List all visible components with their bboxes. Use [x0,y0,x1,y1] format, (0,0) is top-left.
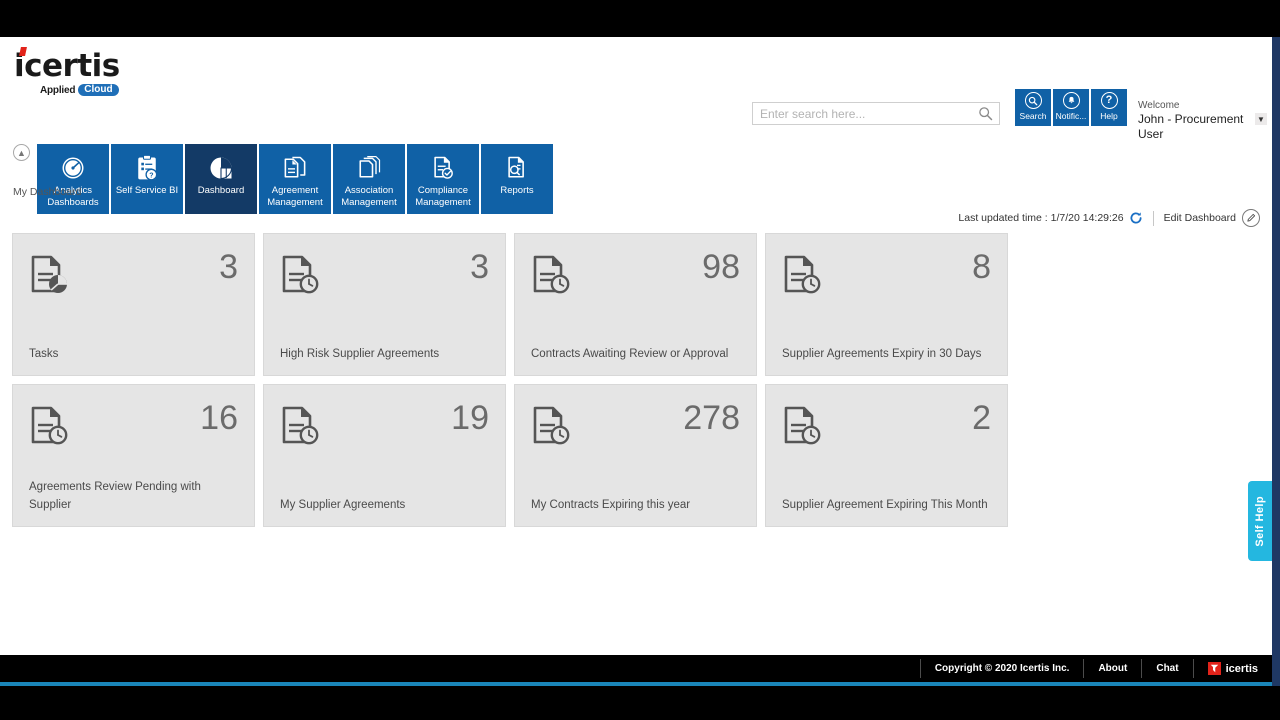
nav-tile-label: Dashboard [197,185,245,196]
document-clock-icon [280,405,324,451]
dashboard-card-tasks[interactable]: 3 Tasks [12,233,255,376]
pie-chart-icon [207,153,235,183]
card-count: 16 [200,399,238,437]
nav-tile-agreement-management[interactable]: Agreement Management [259,144,331,214]
brand-tagline: Applied Cloud [40,84,120,96]
card-title: Contracts Awaiting Review or Approval [531,348,729,360]
pencil-icon[interactable] [1242,209,1260,227]
footer-chat-link[interactable]: Chat [1142,655,1192,682]
dashboard-card-my-supplier-agreements[interactable]: 19 My Supplier Agreements [263,384,506,527]
footer-accent-rule [0,682,1272,686]
card-count: 278 [683,399,740,437]
footer-about-link[interactable]: About [1084,655,1141,682]
document-pie-icon [29,254,73,300]
dashboard-card-my-contracts-expiring-this-year[interactable]: 278 My Contracts Expiring this year [514,384,757,527]
dashboard-card-agreements-review-pending[interactable]: 16 Agreements Review Pending with Suppli… [12,384,255,527]
brand-tagline-applied: Applied [40,84,76,96]
collapse-nav-chevron-up-icon[interactable]: ▲ [13,144,30,161]
footer-copyright: Copyright © 2020 Icertis Inc. [934,663,1070,674]
nav-tile-self-service-bi[interactable]: ? Self Service BI [111,144,183,214]
dashboard-card-high-risk-supplier-agreements[interactable]: 3 High Risk Supplier Agreements [263,233,506,376]
nav-tile-dashboard[interactable]: Dashboard [185,144,257,214]
nav-tile-list: Analytics Dashboards ? Self Service BI D… [37,144,553,214]
nav-tile-association-management[interactable]: Association Management [333,144,405,214]
letterbox-bottom [0,686,1280,720]
document-clock-icon [782,254,826,300]
document-clock-icon [29,405,73,451]
report-search-icon [504,153,530,183]
main-navigation: ▲ Analytics Dashboards ? Self Service BI… [0,108,1272,214]
self-help-tab[interactable]: Self Help [1248,481,1272,561]
svg-text:?: ? [149,173,153,180]
icertis-mark-icon [1207,662,1221,675]
dashboard-card-contracts-awaiting-review[interactable]: 98 Contracts Awaiting Review or Approval [514,233,757,376]
clipboard-question-icon: ? [134,153,160,183]
edit-dashboard-button[interactable]: Edit Dashboard [1164,212,1236,224]
breadcrumb: My Dashboard [13,186,82,198]
nav-tile-label: Reports [500,185,534,196]
documents-icon [282,153,308,183]
toolbar-divider [1152,210,1154,226]
question-icon: ? [1100,92,1118,109]
card-count: 3 [219,248,238,286]
card-title: Supplier Agreements Expiry in 30 Days [782,348,982,360]
document-clock-icon [531,405,575,451]
nav-tile-label: Agreement Management [267,185,323,208]
footer-logo: icertis [1194,662,1272,675]
screen: icertis Applied Cloud Enter search here.… [0,0,1280,720]
document-clock-icon [280,254,324,300]
card-title: My Supplier Agreements [280,499,406,511]
card-count: 19 [451,399,489,437]
refresh-icon[interactable] [1129,211,1143,225]
card-count: 98 [702,248,740,286]
card-count: 2 [972,399,991,437]
bell-icon [1062,92,1080,109]
dashboard-toolbar: Last updated time : 1/7/20 14:29:26 Edit… [958,209,1260,227]
document-clock-icon [782,405,826,451]
card-title: Tasks [29,348,59,360]
card-title: High Risk Supplier Agreements [280,348,440,360]
dashboard-card-grid: 3 Tasks 3 High Risk Supplier Agreements … [12,233,1256,527]
self-help-label: Self Help [1254,495,1266,547]
footer-logo-text: icertis [1225,662,1258,675]
brand-name-text: icertis [14,48,120,84]
document-clock-icon [531,254,575,300]
letterbox-top [0,0,1280,37]
nav-tile-reports[interactable]: Reports [481,144,553,214]
application-window: icertis Applied Cloud Enter search here.… [0,37,1280,686]
brand-wordmark: icertis [14,47,120,84]
dashboard-card-supplier-agreement-expiring-this-month[interactable]: 2 Supplier Agreement Expiring This Month [765,384,1008,527]
gauge-icon [59,153,87,183]
brand-logo[interactable]: icertis Applied Cloud [14,47,120,96]
nav-tile-analytics-dashboards[interactable]: Analytics Dashboards [37,144,109,214]
card-title: My Contracts Expiring this year [531,499,691,511]
app-footer: Copyright © 2020 Icertis Inc. About Chat… [0,655,1272,682]
brand-tagline-cloud: Cloud [78,84,119,96]
nav-tile-label: Compliance Management [415,185,471,208]
card-title: Agreements Review Pending with Supplier [29,481,201,511]
last-updated-label: Last updated time : 1/7/20 14:29:26 [958,212,1124,224]
app-header: icertis Applied Cloud Enter search here.… [0,37,1272,141]
nav-tile-label: Association Management [341,185,397,208]
card-count: 8 [972,248,991,286]
document-check-icon [430,153,456,183]
nav-tile-label: Self Service BI [115,185,179,196]
card-count: 3 [470,248,489,286]
copy-documents-icon [356,153,382,183]
nav-tile-compliance-management[interactable]: Compliance Management [407,144,479,214]
card-title: Supplier Agreement Expiring This Month [782,499,988,511]
search-icon [1024,92,1042,109]
dashboard-card-supplier-agreements-expiry-30-days[interactable]: 8 Supplier Agreements Expiry in 30 Days [765,233,1008,376]
